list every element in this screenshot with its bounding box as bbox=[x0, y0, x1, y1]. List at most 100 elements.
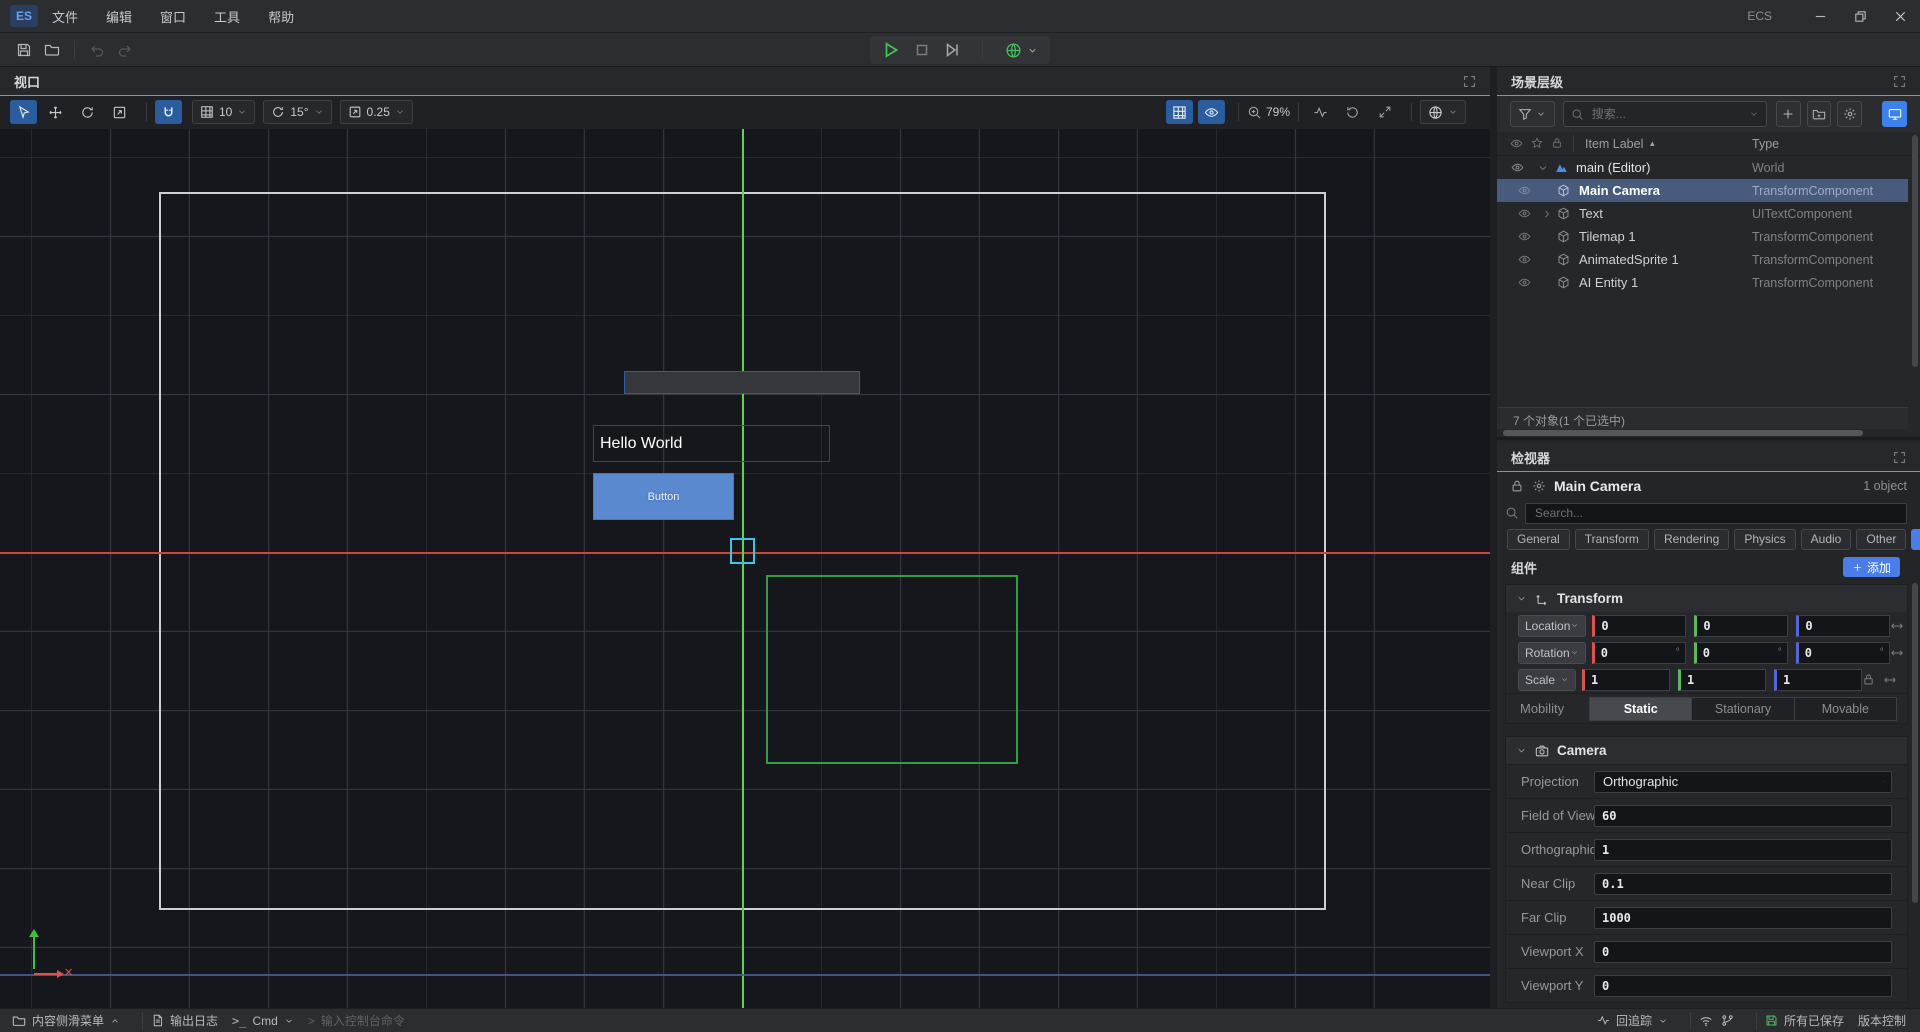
lock-icon[interactable] bbox=[1510, 479, 1524, 493]
tree-row-text[interactable]: Text UITextComponent bbox=[1497, 202, 1920, 225]
menu-help[interactable]: 帮助 bbox=[254, 0, 308, 32]
app-logo[interactable]: ES bbox=[10, 5, 38, 27]
display-button[interactable] bbox=[1882, 101, 1907, 127]
save-status[interactable]: 所有已保存 bbox=[1765, 1012, 1844, 1029]
chevron-right-icon[interactable] bbox=[1541, 208, 1553, 220]
tab-other[interactable]: Other bbox=[1856, 529, 1906, 550]
save-button[interactable] bbox=[10, 37, 38, 63]
visibility-button[interactable] bbox=[1198, 100, 1225, 124]
version-control-button[interactable]: 版本控制 bbox=[1858, 1012, 1906, 1029]
add-component-button[interactable]: 添加 bbox=[1843, 557, 1900, 577]
viewport-expand-button[interactable] bbox=[1463, 75, 1476, 88]
camera-section-header[interactable]: Camera bbox=[1506, 737, 1907, 764]
eye-icon[interactable] bbox=[1518, 230, 1531, 243]
tree-row-main-camera[interactable]: Main Camera TransformComponent bbox=[1497, 179, 1908, 202]
tab-physics[interactable]: Physics bbox=[1734, 529, 1795, 550]
network-mode-dropdown[interactable] bbox=[1005, 42, 1038, 59]
menu-window[interactable]: 窗口 bbox=[146, 0, 200, 32]
eye-icon[interactable] bbox=[1518, 184, 1531, 197]
scale-dropdown[interactable]: Scale bbox=[1518, 669, 1576, 691]
minimize-button[interactable] bbox=[1800, 0, 1840, 32]
grid-snap-dropdown[interactable]: 10 bbox=[192, 100, 255, 124]
scale-x-input[interactable] bbox=[1585, 673, 1669, 687]
tree-row-tilemap[interactable]: Tilemap 1 TransformComponent bbox=[1497, 225, 1920, 248]
gear-icon[interactable] bbox=[1532, 479, 1546, 493]
add-folder-button[interactable] bbox=[1807, 101, 1832, 127]
transform-section-header[interactable]: Transform bbox=[1506, 585, 1907, 612]
rotation-snap-dropdown[interactable]: 15° bbox=[263, 100, 331, 124]
traceback-dropdown[interactable]: 回追踪 bbox=[1597, 1012, 1668, 1029]
scale-y-input[interactable] bbox=[1681, 673, 1765, 687]
viewport-y-input[interactable] bbox=[1595, 979, 1891, 993]
redo-button[interactable] bbox=[111, 37, 139, 63]
tab-general[interactable]: General bbox=[1507, 529, 1570, 550]
eye-icon[interactable] bbox=[1518, 207, 1531, 220]
hierarchy-search-input[interactable] bbox=[1590, 106, 1743, 122]
column-item-label[interactable]: Item Label ▲ bbox=[1585, 137, 1656, 151]
scale-z-input[interactable] bbox=[1777, 673, 1861, 687]
mobility-movable[interactable]: Movable bbox=[1795, 698, 1896, 720]
viewport-x-input[interactable] bbox=[1595, 945, 1891, 959]
eye-icon[interactable] bbox=[1511, 161, 1524, 174]
rotation-x-input[interactable] bbox=[1595, 646, 1676, 660]
rotation-z-input[interactable] bbox=[1799, 646, 1880, 660]
stop-button[interactable] bbox=[914, 42, 930, 58]
hierarchy-horizontal-scrollbar[interactable] bbox=[1503, 430, 1863, 436]
location-x-input[interactable] bbox=[1595, 619, 1685, 633]
inspector-search-input[interactable] bbox=[1533, 505, 1899, 521]
close-button[interactable] bbox=[1880, 0, 1920, 32]
select-tool-button[interactable] bbox=[10, 100, 37, 124]
reset-view-button[interactable] bbox=[1339, 100, 1366, 124]
tree-row-world[interactable]: main (Editor) World bbox=[1497, 156, 1920, 179]
network-status-button[interactable] bbox=[1699, 1014, 1713, 1028]
tree-row-animatedsprite[interactable]: AnimatedSprite 1 TransformComponent bbox=[1497, 248, 1920, 271]
hierarchy-search[interactable] bbox=[1563, 101, 1767, 127]
scene-canvas[interactable]: Hello World Button ✕ bbox=[0, 129, 1490, 1008]
orthographic-size-input[interactable] bbox=[1595, 843, 1891, 857]
chevron-down-icon[interactable] bbox=[1516, 745, 1527, 756]
scale-snap-dropdown[interactable]: 0.25 bbox=[340, 100, 413, 124]
content-drawer-button[interactable]: 内容侧滑菜单 bbox=[12, 1012, 120, 1029]
output-log-button[interactable]: 输出日志 bbox=[151, 1012, 218, 1029]
tab-rendering[interactable]: Rendering bbox=[1654, 529, 1729, 550]
play-button[interactable] bbox=[882, 41, 900, 59]
menu-edit[interactable]: 编辑 bbox=[92, 0, 146, 32]
tab-audio[interactable]: Audio bbox=[1801, 529, 1852, 550]
visibility-column-icon[interactable] bbox=[1510, 137, 1523, 150]
hierarchy-settings-button[interactable] bbox=[1837, 101, 1862, 127]
link-axes-icon[interactable] bbox=[1883, 673, 1897, 687]
link-axes-icon[interactable] bbox=[1890, 619, 1904, 633]
hierarchy-expand-button[interactable] bbox=[1893, 75, 1906, 88]
location-dropdown[interactable]: Location bbox=[1518, 615, 1586, 637]
tab-all[interactable]: All bbox=[1911, 529, 1920, 550]
rotate-tool-button[interactable] bbox=[74, 100, 101, 124]
cmd-dropdown[interactable]: >_ Cmd bbox=[232, 1014, 294, 1028]
add-entity-button[interactable] bbox=[1776, 101, 1801, 127]
origin-handle[interactable] bbox=[730, 538, 755, 564]
rotation-y-input[interactable] bbox=[1697, 646, 1778, 660]
step-button[interactable] bbox=[944, 42, 960, 58]
snap-toggle-button[interactable] bbox=[155, 100, 182, 124]
near-clip-input[interactable] bbox=[1595, 877, 1891, 891]
favorite-column-icon[interactable] bbox=[1531, 137, 1543, 149]
restore-button[interactable] bbox=[1840, 0, 1880, 32]
sprite-bounds-rect[interactable] bbox=[766, 575, 1018, 764]
source-control-branch-button[interactable] bbox=[1721, 1014, 1734, 1027]
chevron-down-icon[interactable] bbox=[1516, 593, 1527, 604]
inspector-vertical-scrollbar[interactable] bbox=[1912, 583, 1918, 903]
fullscreen-button[interactable] bbox=[1371, 100, 1398, 124]
eye-icon[interactable] bbox=[1518, 253, 1531, 266]
rotation-dropdown[interactable]: Rotation bbox=[1518, 642, 1586, 664]
undo-button[interactable] bbox=[83, 37, 111, 63]
menu-file[interactable]: 文件 bbox=[38, 0, 92, 32]
move-tool-button[interactable] bbox=[42, 100, 69, 124]
hierarchy-vertical-scrollbar[interactable] bbox=[1912, 135, 1918, 367]
show-grid-button[interactable] bbox=[1166, 100, 1193, 124]
tree-row-ai-entity[interactable]: AI Entity 1 TransformComponent bbox=[1497, 271, 1920, 294]
stats-button[interactable] bbox=[1307, 100, 1334, 124]
filter-button[interactable] bbox=[1510, 101, 1555, 127]
world-dropdown[interactable] bbox=[1420, 100, 1466, 124]
zoom-level[interactable]: 79% bbox=[1266, 105, 1290, 119]
chevron-down-icon[interactable] bbox=[1537, 162, 1549, 174]
location-z-input[interactable] bbox=[1799, 619, 1889, 633]
